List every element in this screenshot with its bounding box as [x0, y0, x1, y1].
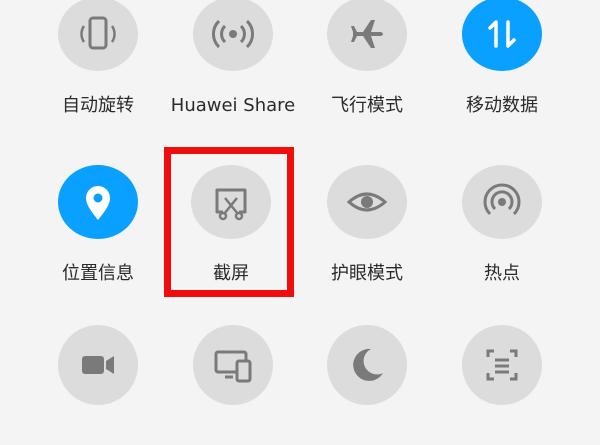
tile-auto-rotate-button[interactable] [58, 0, 138, 71]
multi-screen-icon [211, 343, 255, 387]
tile-label: 护眼模式 [331, 263, 403, 284]
tile-multi-screen-button[interactable] [193, 325, 273, 405]
eye-icon [345, 180, 389, 224]
tile-mobile-data[interactable]: 移动数据 [435, 0, 569, 117]
tile-label: 飞行模式 [331, 95, 403, 116]
tile-label: 热点 [484, 263, 520, 284]
dark-mode-icon [345, 343, 389, 387]
tile-huawei-share-button[interactable] [193, 0, 273, 71]
mobile-data-icon [480, 12, 524, 56]
tile-dark-mode-button[interactable] [327, 325, 407, 405]
auto-rotate-icon [76, 12, 120, 56]
location-icon [76, 180, 120, 224]
screen-record-icon [76, 343, 120, 387]
tile-multi-screen[interactable] [166, 325, 300, 445]
tile-hotspot[interactable]: 热点 [435, 165, 569, 285]
tile-screen-record-button[interactable] [58, 325, 138, 405]
huawei-share-icon [211, 12, 255, 56]
airplane-icon [345, 12, 389, 56]
tile-label: 自动旋转 [62, 95, 134, 116]
tile-label: Huawei Share [170, 95, 296, 116]
scroll-screenshot-icon [480, 343, 524, 387]
tile-hotspot-button[interactable] [462, 165, 542, 239]
hotspot-icon [480, 180, 524, 224]
highlight-box [164, 147, 294, 297]
tile-mobile-data-button[interactable] [462, 0, 542, 71]
tile-airplane-mode-button[interactable] [327, 0, 407, 71]
tile-huawei-share[interactable]: Huawei Share [166, 0, 300, 117]
tile-screen-record[interactable] [31, 325, 165, 445]
tile-auto-rotate[interactable]: 自动旋转 [31, 0, 165, 117]
tile-dark-mode[interactable] [300, 325, 434, 445]
tile-scroll-screenshot-button[interactable] [462, 325, 542, 405]
tile-scroll-screenshot[interactable] [435, 325, 569, 445]
tile-eye-comfort-button[interactable] [327, 165, 407, 239]
tile-eye-comfort[interactable]: 护眼模式 [300, 165, 434, 285]
tile-location-button[interactable] [58, 165, 138, 239]
tile-location[interactable]: 位置信息 [31, 165, 165, 285]
tile-airplane-mode[interactable]: 飞行模式 [300, 0, 434, 117]
tile-label: 位置信息 [62, 263, 134, 284]
quick-settings-grid: 自动旋转 Huawei Share 飞行模式 移动数据 位置信息 截屏 护眼模式… [0, 0, 600, 405]
tile-label: 移动数据 [466, 95, 538, 116]
